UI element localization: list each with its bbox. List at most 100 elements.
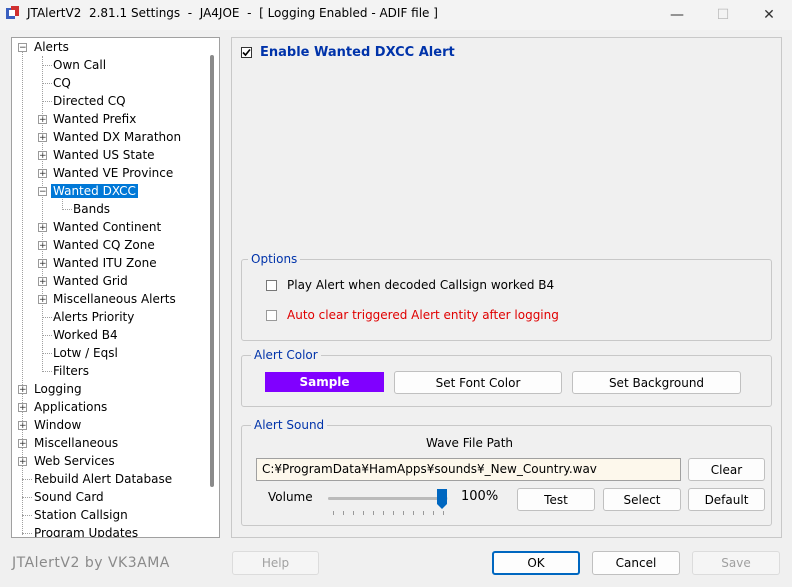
tree-scrollbar[interactable] <box>208 39 218 536</box>
tree-item-directed-cq[interactable]: Directed CQ <box>51 92 128 110</box>
title-bar: JTAlertV2 2.81.1 Settings - JA4JOE - [ L… <box>0 0 792 30</box>
alert-color-group-title: Alert Color <box>251 348 321 362</box>
test-button[interactable]: Test <box>517 488 595 511</box>
slider-fill <box>328 497 442 500</box>
clear-button[interactable]: Clear <box>688 458 765 481</box>
collapse-icon[interactable]: − <box>38 187 47 197</box>
tree-item-lotw-eqsl[interactable]: Lotw / Eqsl <box>51 344 120 362</box>
expand-icon[interactable]: + <box>38 133 47 143</box>
tree-item-label: Wanted Continent <box>53 220 162 234</box>
volume-value: 100% <box>461 489 499 504</box>
expand-icon[interactable]: + <box>38 115 47 125</box>
maximize-icon: ☐ <box>716 7 730 23</box>
tree-item-wanted-continent[interactable]: Wanted Continent <box>51 218 163 236</box>
tree-item-label: Alerts <box>34 40 69 54</box>
tree-item-bands[interactable]: Bands <box>71 200 112 218</box>
expand-icon[interactable]: + <box>38 277 47 287</box>
tree-item-applications[interactable]: Applications <box>32 398 109 416</box>
tree-item-label: Applications <box>34 400 108 414</box>
expand-icon[interactable]: + <box>38 223 47 233</box>
play-alert-checkbox[interactable] <box>266 280 277 291</box>
default-button[interactable]: Default <box>688 488 765 511</box>
tree-item-filters[interactable]: Filters <box>51 362 91 380</box>
tree-item-web-services[interactable]: Web Services <box>32 452 117 470</box>
volume-label: Volume <box>268 490 313 504</box>
expand-icon[interactable]: + <box>18 403 27 413</box>
tree-item-miscellaneous[interactable]: Miscellaneous <box>32 434 120 452</box>
tree-item-wanted-us-state[interactable]: Wanted US State <box>51 146 157 164</box>
expand-icon[interactable]: + <box>38 259 47 269</box>
tree-item-window[interactable]: Window <box>32 416 83 434</box>
tree-item-own-call[interactable]: Own Call <box>51 56 108 74</box>
close-button[interactable]: ✕ <box>746 0 792 30</box>
tree-line <box>42 56 43 372</box>
tree-item-label: Wanted DXCC <box>51 184 138 198</box>
expand-icon[interactable]: + <box>18 439 27 449</box>
tree-item-label: Sound Card <box>34 490 104 504</box>
tree-item-cq[interactable]: CQ <box>51 74 73 92</box>
expand-icon[interactable]: + <box>38 241 47 251</box>
set-background-button[interactable]: Set Background <box>572 371 741 394</box>
tree-item-wanted-cq-zone[interactable]: Wanted CQ Zone <box>51 236 157 254</box>
tree-item-alerts[interactable]: Alerts <box>32 38 71 56</box>
save-button[interactable]: Save <box>692 551 780 575</box>
brand-label: JTAlertV2 by VK3AMA <box>12 555 170 571</box>
wave-file-path-field[interactable]: C:¥ProgramData¥HamApps¥sounds¥_New_Count… <box>256 458 681 481</box>
collapse-icon[interactable]: − <box>18 43 27 53</box>
tree-item-wanted-grid[interactable]: Wanted Grid <box>51 272 130 290</box>
expand-icon[interactable]: + <box>38 151 47 161</box>
tree-item-wanted-dx-marathon[interactable]: Wanted DX Marathon <box>51 128 183 146</box>
maximize-button[interactable]: ☐ <box>700 0 746 30</box>
color-sample: Sample <box>265 372 384 392</box>
auto-clear-label[interactable]: Auto clear triggered Alert entity after … <box>287 308 559 322</box>
scrollbar-thumb[interactable] <box>210 55 214 487</box>
help-button[interactable]: Help <box>232 551 319 575</box>
play-alert-label[interactable]: Play Alert when decoded Callsign worked … <box>287 278 554 292</box>
tree-item-wanted-itu-zone[interactable]: Wanted ITU Zone <box>51 254 159 272</box>
tree-item-label: Alerts Priority <box>53 310 135 324</box>
set-font-color-button[interactable]: Set Font Color <box>394 371 562 394</box>
tree-item-wanted-prefix[interactable]: Wanted Prefix <box>51 110 138 128</box>
ok-button[interactable]: OK <box>492 551 580 575</box>
settings-panel: Enable Wanted DXCC Alert Options Play Al… <box>231 37 782 538</box>
tree-item-label: CQ <box>53 76 71 90</box>
slider-thumb[interactable] <box>436 488 448 510</box>
tree-item-misc-alerts[interactable]: Miscellaneous Alerts <box>51 290 178 308</box>
tree-item-label: Own Call <box>53 58 107 72</box>
tree-item-program-updates[interactable]: Program Updates <box>32 524 140 538</box>
tree-item-sound-card[interactable]: Sound Card <box>32 488 106 506</box>
volume-slider[interactable] <box>328 488 448 516</box>
expand-icon[interactable]: + <box>18 421 27 431</box>
tree-item-label: Wanted US State <box>53 148 155 162</box>
tree-item-label: Window <box>34 418 82 432</box>
tree-item-label: Web Services <box>34 454 115 468</box>
tree-item-wanted-ve-province[interactable]: Wanted VE Province <box>51 164 175 182</box>
tree-item-alerts-priority[interactable]: Alerts Priority <box>51 308 136 326</box>
tree-item-wanted-dxcc[interactable]: Wanted DXCC <box>51 182 138 200</box>
auto-clear-checkbox[interactable] <box>266 310 277 321</box>
options-group-title: Options <box>248 252 301 266</box>
tree-item-label: Miscellaneous Alerts <box>53 292 176 306</box>
minimize-button[interactable]: — <box>654 0 700 30</box>
enable-alert-checkbox[interactable] <box>241 47 252 58</box>
tree-item-station-callsign[interactable]: Station Callsign <box>32 506 130 524</box>
tree-item-rebuild-alert-db[interactable]: Rebuild Alert Database <box>32 470 174 488</box>
tree-item-label: Worked B4 <box>53 328 118 342</box>
tree-item-label: Wanted VE Province <box>53 166 174 180</box>
expand-icon[interactable]: + <box>18 457 27 467</box>
expand-icon[interactable]: + <box>18 385 27 395</box>
tree-item-label: Bands <box>73 202 111 216</box>
tree-item-label: Wanted Grid <box>53 274 128 288</box>
tree-item-label: Program Updates <box>34 526 139 538</box>
tree-item-worked-b4[interactable]: Worked B4 <box>51 326 120 344</box>
expand-icon[interactable]: + <box>38 169 47 179</box>
cancel-button[interactable]: Cancel <box>592 551 680 575</box>
select-button[interactable]: Select <box>603 488 681 511</box>
settings-tree[interactable]: − Alerts Own Call CQ Directed CQ + Wante… <box>11 37 220 538</box>
enable-alert-label[interactable]: Enable Wanted DXCC Alert <box>260 45 455 60</box>
tree-item-logging[interactable]: Logging <box>32 380 84 398</box>
close-icon: ✕ <box>763 7 775 23</box>
expand-icon[interactable]: + <box>38 295 47 305</box>
window-title: JTAlertV2 2.81.1 Settings - JA4JOE - [ L… <box>27 6 438 20</box>
options-group <box>241 259 772 341</box>
